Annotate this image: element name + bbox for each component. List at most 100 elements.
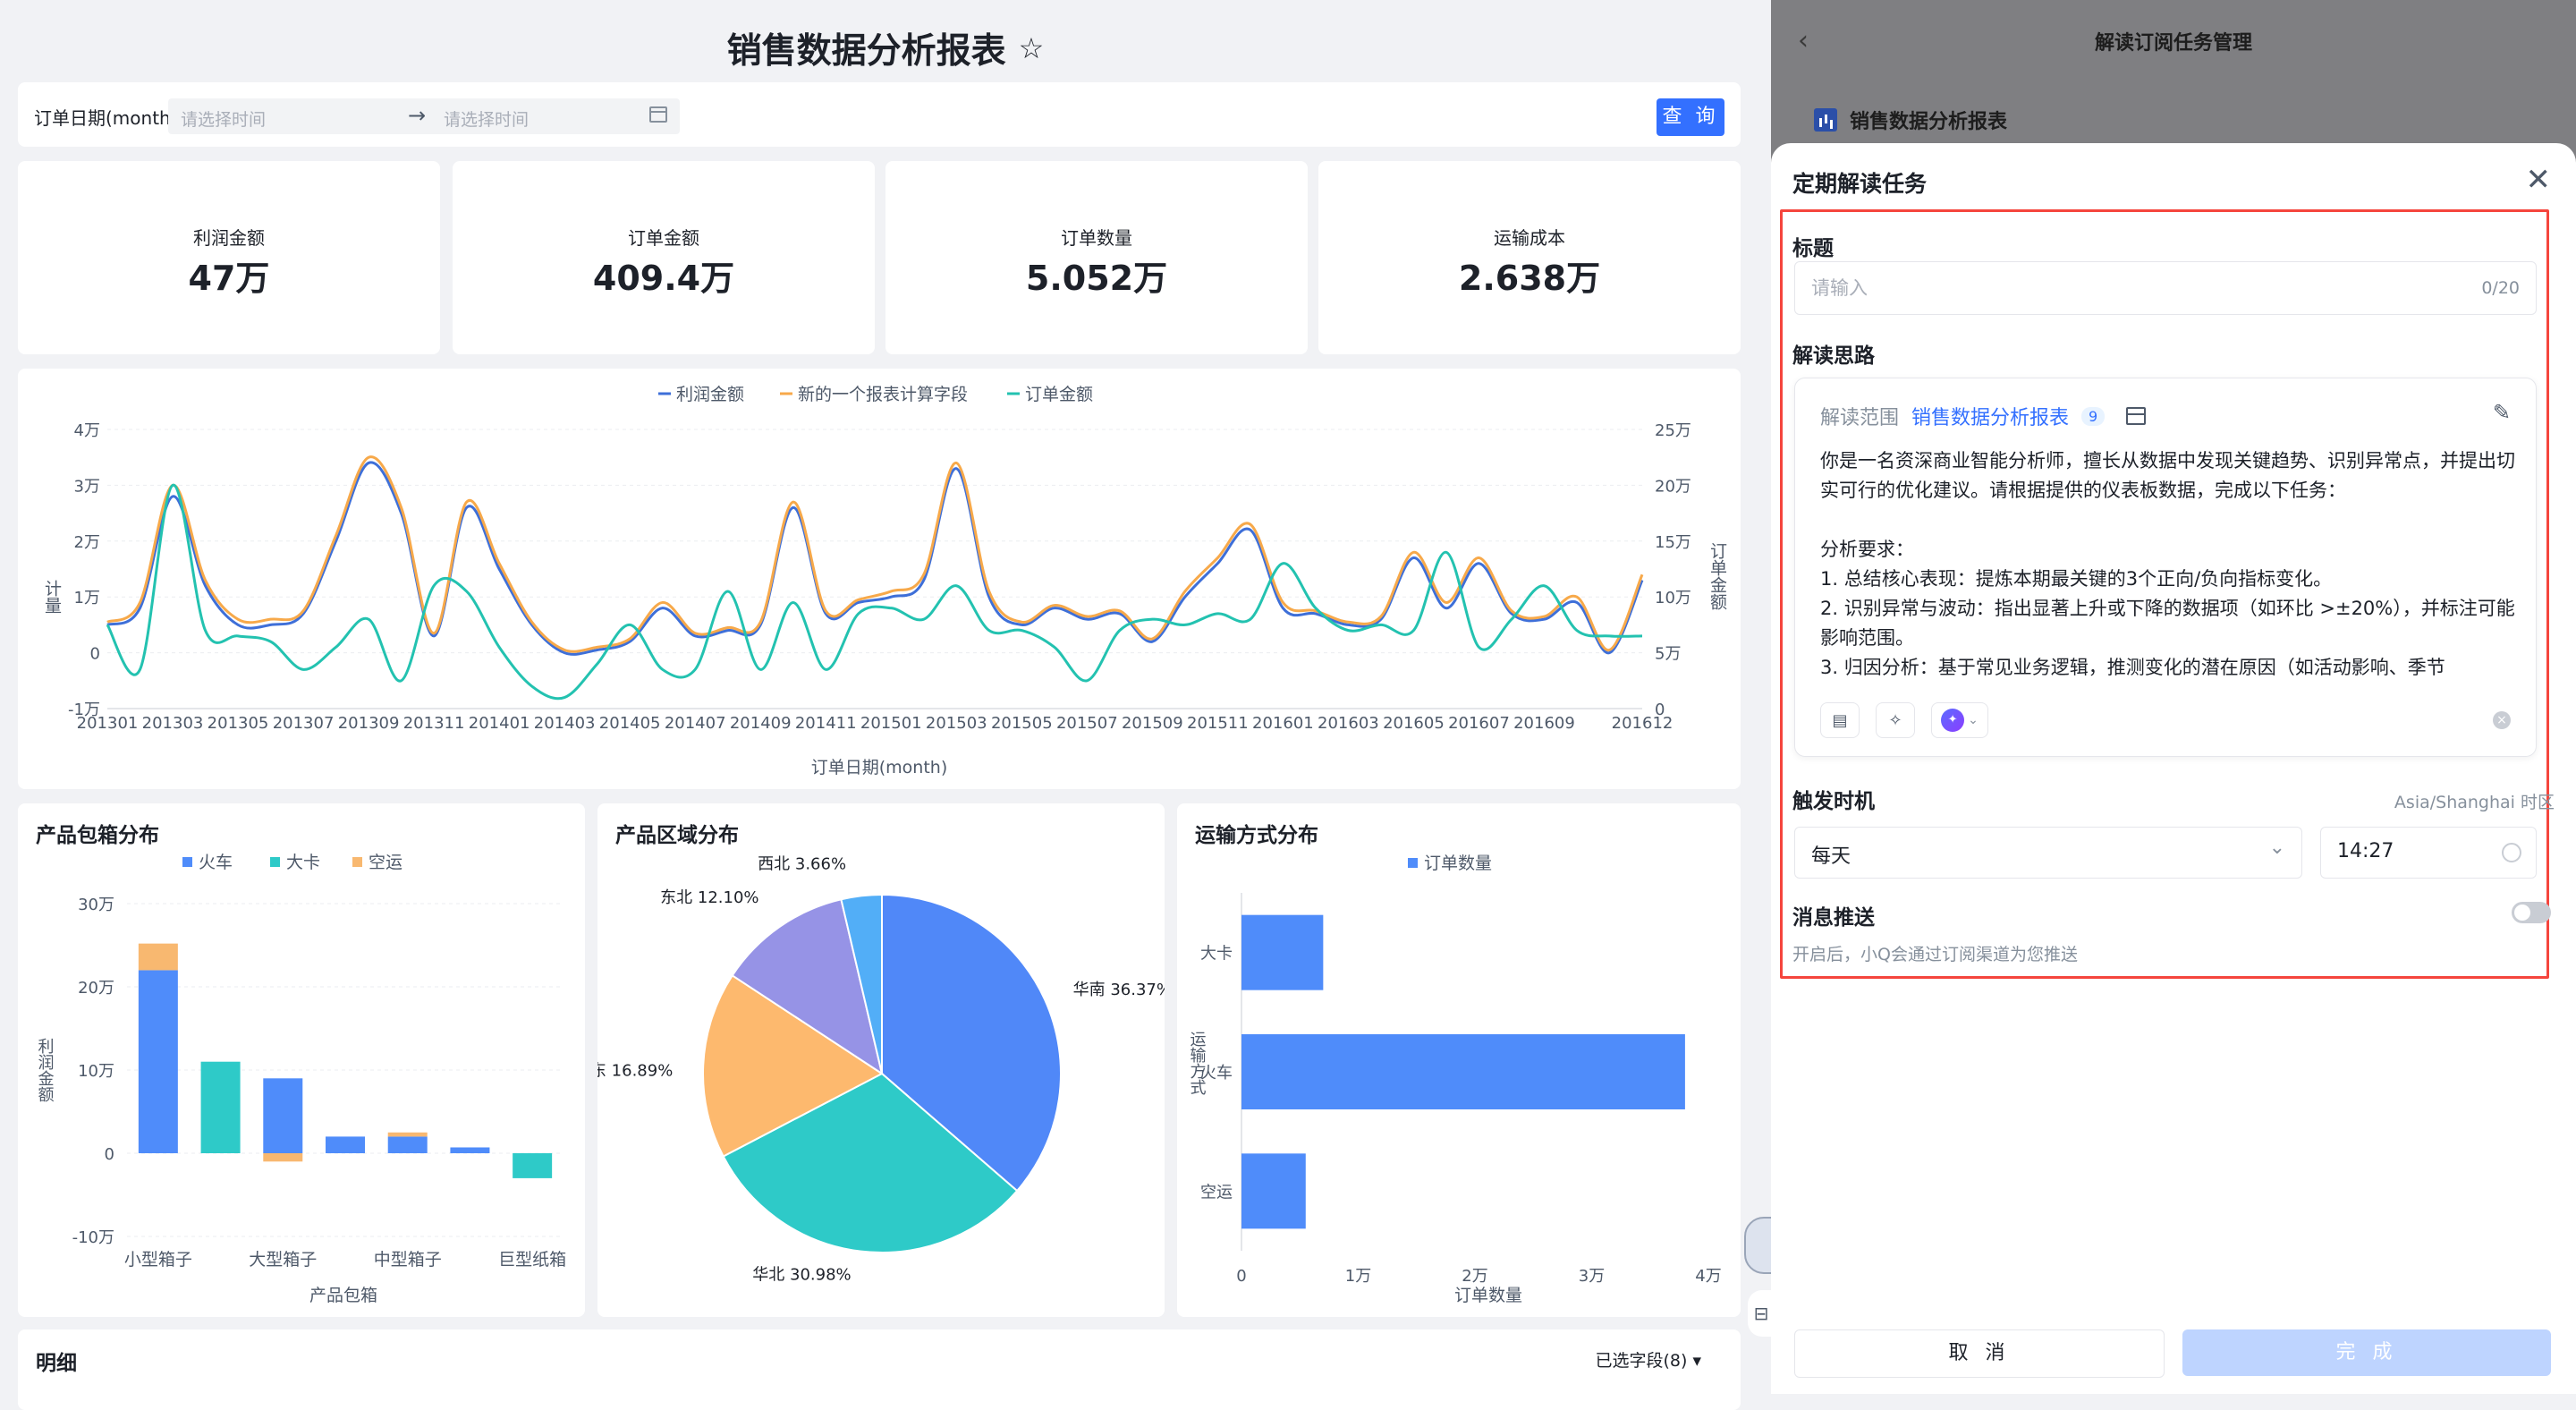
box-chart-card: 产品包箱分布 火车 大卡 空运 利润金额 产品包箱 30万 20万 10万 0 -10万… [18,803,585,1317]
push-toggle[interactable] [2512,902,2551,923]
box-chart[interactable]: 火车 大卡 空运 利润金额 产品包箱 30万 20万 10万 0 -10万小型箱子 大型箱… [18,803,585,1317]
prompt-textarea[interactable]: 你是一名资深商业智能分析师，擅长从数据中发现关键趋势、识别异常点，并提出切实可行… [1820,446,2518,688]
kpi-card-shipping-cost: 运输成本 2.638万 [1318,161,1741,354]
y-tick-label: 火车 [1200,1064,1233,1083]
title-input[interactable] [1809,275,2439,302]
x-tick-label: 201409 [730,714,792,733]
x-tick-label: 3万 [1579,1267,1605,1286]
clear-icon[interactable]: × [2493,711,2511,729]
query-button[interactable]: 查 询 [1657,98,1724,136]
x-tick-label: 201503 [926,714,987,733]
close-icon[interactable]: ✕ [2526,165,2552,195]
detail-title: 明细 [36,1352,77,1375]
y-tick-label: 0 [105,1145,114,1164]
pie-label: 东北 12.10% [660,888,758,907]
right-tick-label: 5万 [1655,645,1681,664]
dashboard: 销售数据分析报表 ☆ 订单日期(month) 请选择时间 → 请选择时间 查 询… [0,0,1787,1410]
bar-segment [326,1136,365,1153]
task-manager-title: 解读订阅任务管理 [2094,32,2252,55]
x-tick-label: 巨型纸箱 [498,1250,566,1270]
bar-segment [387,1132,428,1137]
y-tick-label: 大卡 [1200,945,1233,964]
left-tick-label: 0 [90,645,100,664]
title-char-count: 0/20 [2481,278,2520,298]
interpretation-task-dialog: 定期解读任务 ✕ 标题 0/20 解读思路 解读范围 销售数据分析报表 9 ✎ … [1771,143,2576,1394]
date-range-picker[interactable]: 请选择时间 → 请选择时间 [168,98,680,134]
page-title: 销售数据分析报表 [726,31,1006,72]
filter-label: 订单日期(month) [34,107,178,129]
detail-table-card: 明细 已选字段(8) ▾ [18,1329,1741,1410]
line-chart[interactable]: 利润金额 新的一个报表计算字段 订单金额 计量 订单金额 订单日期(month)… [18,369,1741,789]
cancel-button[interactable]: 取 消 [1794,1329,2165,1378]
box-chart-legend[interactable]: 火车 大卡 空运 [182,853,402,872]
x-tick-label: 201509 [1122,714,1183,733]
x-tick-label: 中型箱子 [374,1250,442,1270]
x-tick-label: 201601 [1252,714,1314,733]
series-line-0 [106,461,1644,656]
calendar-icon[interactable] [649,106,667,123]
template-icon[interactable]: ▤ [1820,702,1860,738]
chevron-down-icon: ⌄ [2268,837,2285,859]
x-tick-label: 4万 [1695,1267,1721,1286]
legend-swatch-truck [270,857,280,867]
star-icon[interactable]: ☆ [1019,31,1045,65]
ship-bar [1241,1153,1306,1229]
kpi-label: 订单数量 [1061,227,1132,249]
x-tick-label: 201511 [1187,714,1249,733]
report-entry[interactable]: 销售数据分析报表 [1814,106,2007,134]
legend-label-profit[interactable]: 利润金额 [676,385,744,404]
x-tick-label: 201505 [991,714,1053,733]
start-date-input[interactable]: 请选择时间 [181,106,266,131]
right-tick-label: 20万 [1655,477,1691,496]
kpi-label: 运输成本 [1494,227,1565,249]
right-tick-label: 15万 [1655,533,1691,552]
x-tick-label: 201407 [665,714,726,733]
pie-label: 西北 3.66% [758,854,846,873]
title-field[interactable]: 0/20 [1794,261,2537,315]
frequency-select[interactable]: 每天 ⌄ [1794,827,2302,879]
time-picker[interactable]: 14:27 [2320,827,2537,879]
legend-label-calc[interactable]: 新的一个报表计算字段 [798,385,968,404]
push-label: 消息推送 [1792,906,1875,930]
model-icon: ✦ [1941,709,1965,732]
optimize-icon[interactable]: ✧ [1876,702,1915,738]
page-title-row: 销售数据分析报表 ☆ [0,21,1771,75]
ship-bar-chart[interactable]: 订单数量 运输方式 订单数量 0 1万 2万 3万 4万 大卡火车空运 [1177,803,1741,1317]
region-pie-chart[interactable]: 华南 36.37% 华北 30.98% 华东 16.89% 东北 12.10%西北 3… [597,803,1165,1317]
legend-label-train[interactable]: 火车 [199,853,233,872]
edit-icon[interactable]: ✎ [2493,400,2511,425]
done-button[interactable]: 完 成 [2182,1329,2551,1376]
legend-label-order[interactable]: 订单金额 [1025,385,1093,404]
legend-label-truck[interactable]: 大卡 [286,853,320,872]
x-tick-label: 2万 [1462,1267,1487,1286]
left-tick-label: 4万 [74,421,100,440]
x-tick-label: 201311 [403,714,465,733]
kpi-card-profit: 利润金额 47万 [18,161,440,354]
end-date-input[interactable]: 请选择时间 [444,106,529,131]
x-tick-label: 大型箱子 [249,1250,317,1270]
line-chart-card: 利润金额 新的一个报表计算字段 订单金额 计量 订单金额 订单日期(month)… [18,369,1741,789]
time-value: 14:27 [2337,840,2394,862]
filter-bar: 订单日期(month) 请选择时间 → 请选择时间 查 询 [18,82,1741,147]
legend-label-orders[interactable]: 订单数量 [1424,854,1492,873]
frequency-value: 每天 [1811,845,1852,868]
x-tick-label: 201603 [1318,714,1379,733]
kpi-value: 2.638万 [1458,259,1601,298]
scope-row: 解读范围 销售数据分析报表 9 [1820,402,2147,430]
selected-fields-dropdown[interactable]: 已选字段(8) ▾ [1595,1347,1701,1372]
kpi-card-order-amount: 订单金额 409.4万 [453,161,875,354]
legend-label-air[interactable]: 空运 [369,853,402,872]
x-tick-label: 201305 [208,714,269,733]
scope-report-link[interactable]: 销售数据分析报表 [1911,402,2069,430]
model-select[interactable]: ✦ ⌄ [1931,702,1988,738]
table-icon[interactable] [2126,407,2147,425]
box-y-axis-label: 利润金额 [36,1038,55,1102]
arrow-right-icon: → [408,103,427,128]
x-tick-label: 201401 [469,714,530,733]
y-tick-label: 30万 [78,896,114,914]
bar-segment [450,1147,490,1153]
x-tick-label: 201605 [1383,714,1445,733]
line-chart-legend[interactable]: 利润金额 新的一个报表计算字段 订单金额 [658,385,1093,404]
report-entry-name: 销售数据分析报表 [1850,111,2008,133]
right-tick-label: 10万 [1655,589,1691,607]
